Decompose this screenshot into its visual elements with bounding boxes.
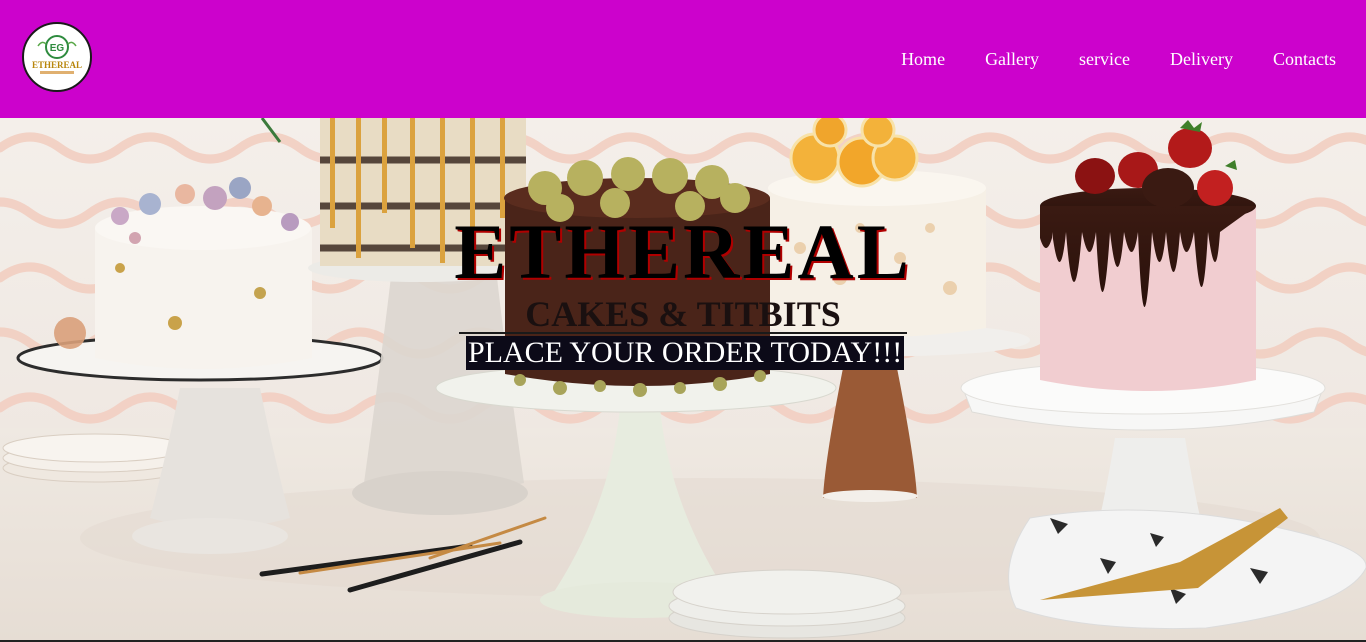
site-header: EG ETHEREAL Home Gallery service Deliver… <box>0 0 1366 118</box>
nav-service[interactable]: service <box>1079 47 1130 71</box>
nav-contacts[interactable]: Contacts <box>1273 47 1336 71</box>
hero-subtitle: CAKES & TITBITS <box>525 294 841 334</box>
main-nav: Home Gallery service Delivery Contacts <box>901 47 1336 71</box>
hero-title: ETHEREAL <box>454 208 912 295</box>
nav-home[interactable]: Home <box>901 47 945 71</box>
hero-section: ETHEREAL CAKES & TITBITS PLACE YOUR ORDE… <box>0 118 1366 642</box>
logo-monogram: EG <box>50 43 65 54</box>
nav-delivery[interactable]: Delivery <box>1170 47 1233 71</box>
nav-gallery[interactable]: Gallery <box>985 47 1039 71</box>
logo-emblem-icon: EG ETHEREAL <box>32 35 82 74</box>
hero-divider <box>459 332 907 334</box>
logo-wordmark: ETHEREAL <box>32 60 82 70</box>
brand-logo[interactable]: EG ETHEREAL <box>22 22 92 92</box>
hero-cakes-image <box>0 118 1366 642</box>
order-cta-banner[interactable]: PLACE YOUR ORDER TODAY!!! <box>466 336 905 370</box>
